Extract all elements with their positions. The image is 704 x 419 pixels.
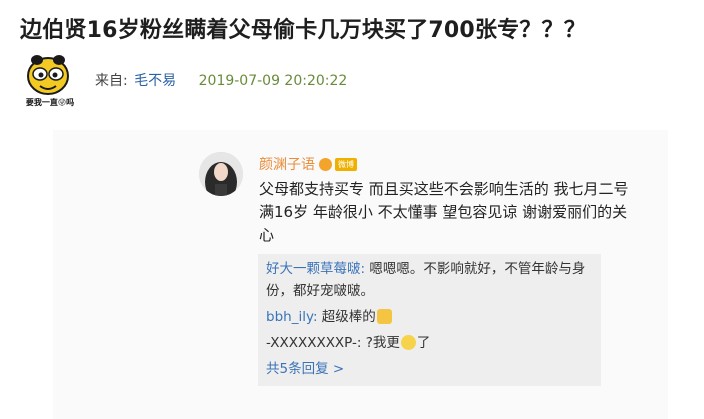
more-replies-link[interactable]: 共5条回复 >: [266, 358, 596, 380]
commenter-name[interactable]: 颜渊子语 微博: [259, 154, 357, 174]
avatar-caption: 要我一直😜吗: [25, 98, 75, 107]
post-timestamp: 2019-07-09 20:20:22: [198, 73, 348, 89]
embedded-comment-screenshot: 颜渊子语 微博 父母都支持买专 而且买这些不会影响生活的 我七月二号满16岁 年龄…: [53, 130, 668, 419]
reply-text-tail: 了: [416, 335, 431, 351]
post-title: 边伯贤16岁粉丝瞒着父母偷卡几万块买了700张专？？？: [20, 18, 586, 43]
reply-user[interactable]: 好大一颗草莓啵:: [266, 261, 365, 277]
comment-text: 父母都支持买专 而且买这些不会影响生活的 我七月二号满16岁 年龄很小 不太懂事…: [259, 180, 629, 244]
vip-icon: [319, 158, 332, 171]
reply-user[interactable]: -XXXXXXXXP-:: [266, 335, 361, 351]
reply-list: 好大一颗草莓啵: 嗯嗯嗯。不影响就好，不管年龄与身份，都好宠啵啵。 bbh_il…: [258, 254, 601, 386]
meta-text: 来自: 毛不易 2019-07-09 20:20:22: [95, 70, 347, 90]
commenter-name-text[interactable]: 颜渊子语: [259, 157, 315, 173]
weibo-badge: 微博: [335, 158, 357, 171]
reply-item: bbh_ily: 超级棒的: [266, 306, 596, 328]
author-link[interactable]: 毛不易: [134, 73, 176, 89]
source-label: 来自:: [95, 73, 128, 89]
reply-user[interactable]: bbh_ily:: [266, 309, 318, 325]
emoji-face-icon: [27, 55, 69, 95]
reply-item: -XXXXXXXXP-: ?我更了: [266, 332, 596, 354]
thumbs-up-icon: [376, 309, 392, 324]
person-icon: [199, 152, 243, 196]
post-meta: 要我一直😜吗 来自: 毛不易 2019-07-09 20:20:22: [20, 52, 690, 114]
reply-text: 超级棒的: [317, 309, 376, 325]
reply-text: ?我更: [361, 335, 400, 351]
face-icon: [400, 335, 416, 350]
reply-item: 好大一颗草莓啵: 嗯嗯嗯。不影响就好，不管年龄与身份，都好宠啵啵。: [266, 258, 596, 302]
commenter-avatar[interactable]: [199, 152, 243, 196]
author-avatar[interactable]: 要我一直😜吗: [22, 52, 74, 110]
